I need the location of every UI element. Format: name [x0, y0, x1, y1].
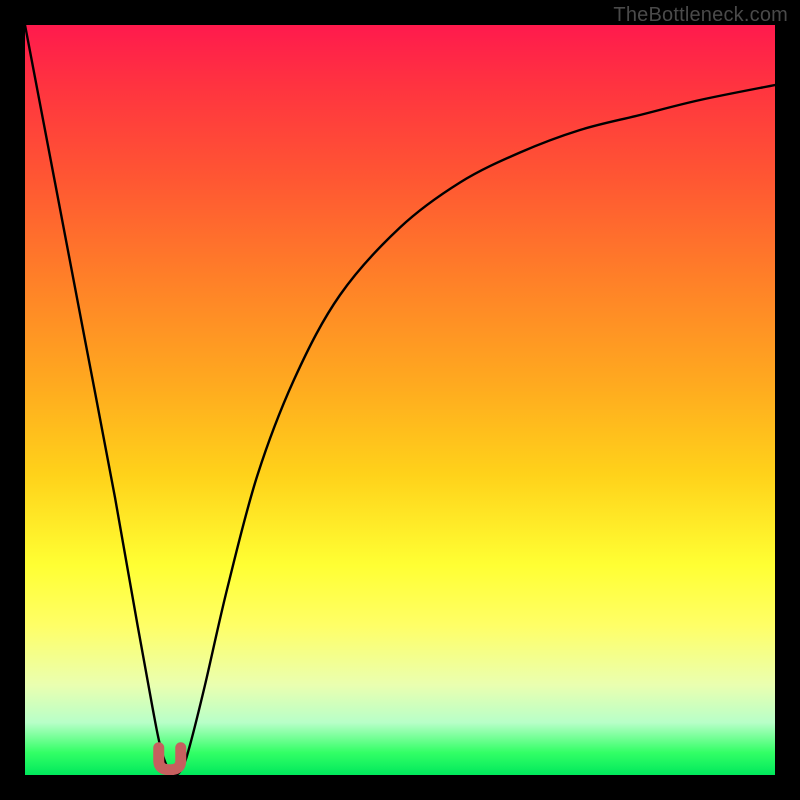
optimal-point-marker — [159, 748, 181, 770]
bottleneck-curve — [25, 25, 775, 775]
chart-frame: TheBottleneck.com — [0, 0, 800, 800]
watermark-text: TheBottleneck.com — [613, 4, 788, 27]
plot-area — [25, 25, 775, 775]
chart-svg — [25, 25, 775, 775]
